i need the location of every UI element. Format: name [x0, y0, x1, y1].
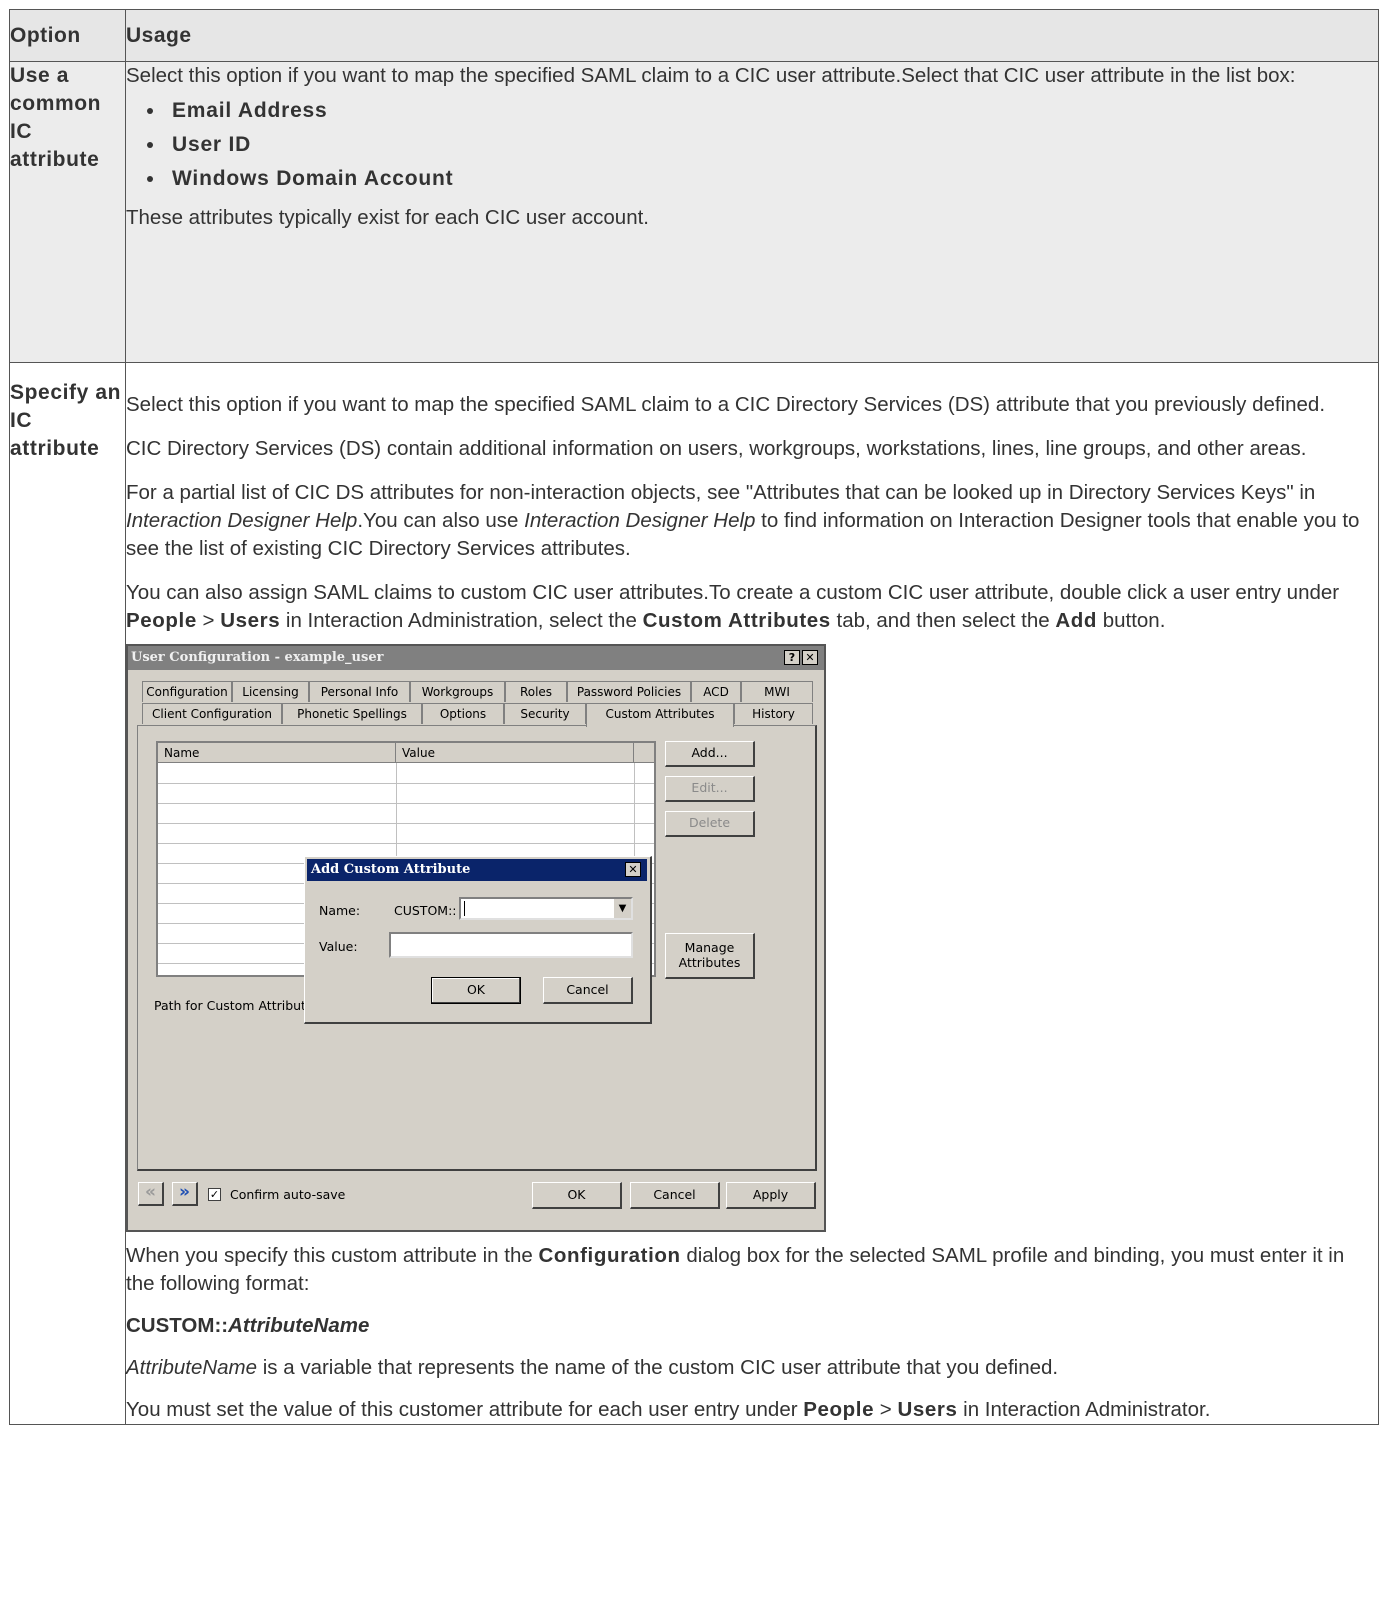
row2-p4: You can also assign SAML claims to custo…: [126, 581, 1340, 632]
apply-button[interactable]: Apply: [726, 1182, 816, 1209]
tab-licensing[interactable]: Licensing: [232, 681, 309, 702]
option-use-common: Use a common IC attribute: [9, 61, 126, 363]
delete-button[interactable]: Delete: [665, 811, 755, 837]
row2-p7: You must set the value of this customer …: [126, 1398, 1211, 1421]
chevron-down-icon[interactable]: ▼: [613, 899, 631, 918]
tab-acd[interactable]: ACD: [691, 681, 741, 702]
tab-mwi[interactable]: MWI: [741, 681, 813, 702]
tab-personal-info[interactable]: Personal Info: [309, 681, 410, 702]
header-option: Option: [9, 9, 126, 62]
usage-cell-1: Select this option if you want to map th…: [125, 61, 1379, 363]
confirm-autosave-checkbox[interactable]: ✓: [208, 1188, 221, 1201]
list-item: Windows Domain Account: [166, 162, 1378, 196]
close-icon[interactable]: ✕: [802, 650, 818, 665]
grid-header: Name Value: [158, 743, 654, 763]
value-field[interactable]: [389, 932, 633, 958]
row1-intro: Select this option if you want to map th…: [126, 64, 1296, 87]
tab-client-configuration[interactable]: Client Configuration: [142, 703, 282, 724]
next-icon[interactable]: »: [172, 1182, 198, 1206]
usage-cell-2: Select this option if you want to map th…: [125, 362, 1379, 1425]
options-table: Option Usage Use a common IC attribute S…: [9, 9, 1379, 1425]
tab-configuration[interactable]: Configuration: [142, 681, 232, 702]
tab-password-policies[interactable]: Password Policies: [567, 681, 691, 702]
tab-history[interactable]: History: [734, 703, 813, 724]
value-label: Value:: [319, 939, 358, 954]
header-usage: Usage: [125, 9, 1379, 62]
name-combobox[interactable]: ▼: [459, 897, 633, 920]
dialog-title: Add Custom Attribute: [307, 859, 647, 881]
text-cursor: [464, 901, 465, 916]
dialog-close-icon[interactable]: ✕: [625, 862, 641, 877]
ok-button[interactable]: OK: [532, 1182, 622, 1209]
dialog-ok-button[interactable]: OK: [431, 977, 521, 1004]
tab-roles[interactable]: Roles: [505, 681, 567, 702]
tab-custom-attributes[interactable]: Custom Attributes: [586, 703, 734, 727]
list-item: Email Address: [166, 94, 1378, 128]
row2-p6: AttributeName is a variable that represe…: [126, 1356, 1059, 1379]
tab-security[interactable]: Security: [504, 703, 586, 724]
name-label: Name:: [319, 903, 361, 918]
cancel-button[interactable]: Cancel: [630, 1182, 720, 1209]
table-row: Specify an IC attribute Select this opti…: [9, 362, 1379, 1425]
path-label: Path for Custom Attributes: [154, 998, 321, 1013]
column-value[interactable]: Value: [396, 743, 634, 763]
table-row: Use a common IC attribute Select this op…: [9, 61, 1379, 363]
window-title: User Configuration - example_user: [128, 646, 824, 670]
custom-attributes-panel: Name Value Add... Edit... Delete Manage …: [137, 725, 817, 1171]
confirm-autosave-label: Confirm auto-save: [230, 1187, 346, 1202]
table-header-row: Option Usage: [9, 9, 1379, 62]
tab-phonetic-spellings[interactable]: Phonetic Spellings: [282, 703, 422, 724]
option-specify-ic: Specify an IC attribute: [9, 362, 126, 1425]
add-button[interactable]: Add...: [665, 741, 755, 767]
previous-icon[interactable]: «: [138, 1182, 164, 1206]
format-line: CUSTOM::AttributeName: [126, 1314, 370, 1337]
row1-note: These attributes typically exist for eac…: [126, 206, 649, 229]
row2-p5: When you specify this custom attribute i…: [126, 1244, 1345, 1295]
list-item: User ID: [166, 128, 1378, 162]
edit-button[interactable]: Edit...: [665, 776, 755, 802]
row2-p1: Select this option if you want to map th…: [126, 393, 1326, 416]
row2-p2: CIC Directory Services (DS) contain addi…: [126, 437, 1307, 460]
manage-attributes-button[interactable]: Manage Attributes: [665, 933, 755, 979]
tab-options[interactable]: Options: [422, 703, 504, 724]
tab-workgroups[interactable]: Workgroups: [410, 681, 505, 702]
column-name[interactable]: Name: [158, 743, 396, 763]
row2-p3: For a partial list of CIC DS attributes …: [126, 481, 1360, 560]
dialog-cancel-button[interactable]: Cancel: [543, 977, 633, 1004]
attribute-list: Email Address User ID Windows Domain Acc…: [126, 94, 1378, 196]
custom-prefix-label: CUSTOM::: [394, 903, 457, 918]
add-custom-attribute-dialog: Add Custom Attribute ✕ Name: CUSTOM:: ▼ …: [304, 856, 652, 1024]
user-configuration-screenshot: User Configuration - example_user ? ✕ Co…: [126, 644, 826, 1232]
help-icon[interactable]: ?: [784, 650, 800, 665]
